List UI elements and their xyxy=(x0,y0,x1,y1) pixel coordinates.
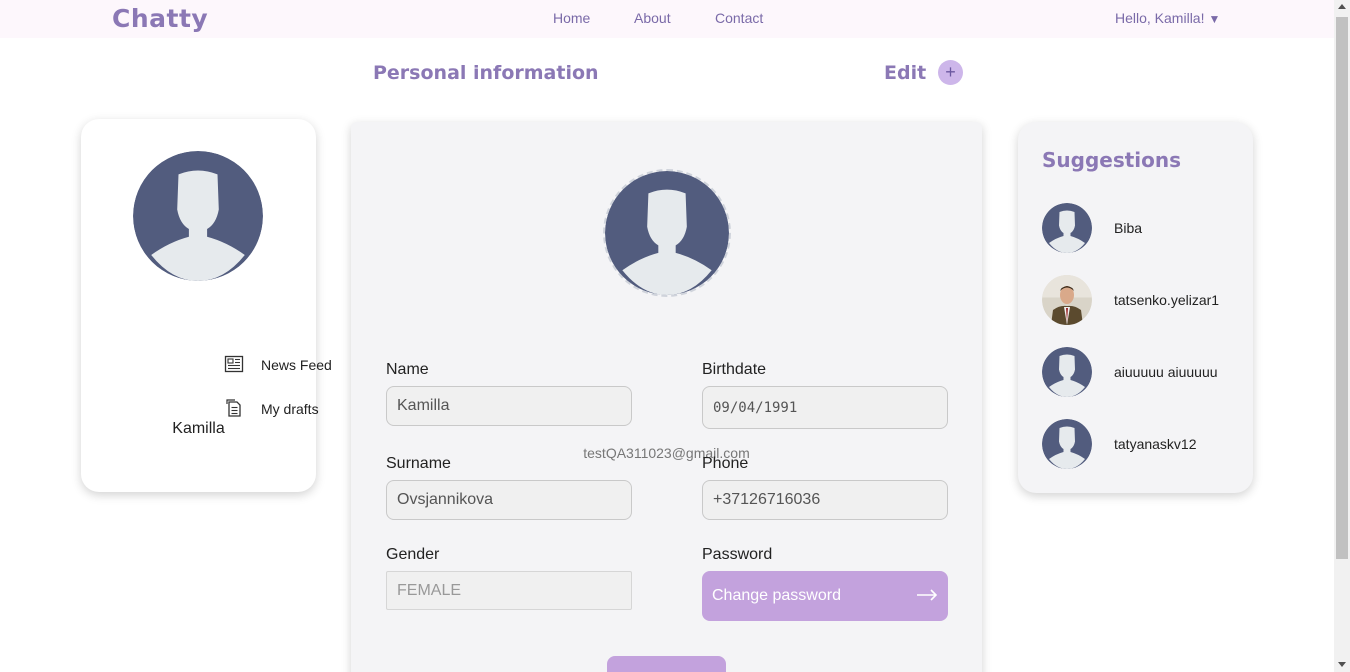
suggestion-item[interactable]: tatsenko.yelizar1 xyxy=(1042,275,1242,325)
newspaper-icon xyxy=(224,355,244,373)
suggestion-item[interactable]: Biba xyxy=(1042,203,1242,253)
birthdate-field[interactable]: 09/04/1991 xyxy=(702,386,948,429)
gender-select[interactable]: FEMALE xyxy=(386,571,632,610)
chatty-logo[interactable]: Chatty xyxy=(112,4,208,33)
suggestion-avatar xyxy=(1042,419,1092,469)
document-icon xyxy=(226,399,241,417)
suggestion-name: Biba xyxy=(1114,220,1143,236)
phone-label: Phone xyxy=(702,455,749,472)
birthdate-label: Birthdate xyxy=(702,361,767,378)
default-avatar-icon xyxy=(1042,347,1092,397)
arrow-right-icon xyxy=(917,589,938,601)
save-button[interactable] xyxy=(607,656,726,672)
suggestion-name: tatyanaskv12 xyxy=(1114,436,1197,452)
change-password-label: Change password xyxy=(712,587,841,604)
suggestion-avatar xyxy=(1042,347,1092,397)
profile-avatar xyxy=(133,151,263,281)
suggestion-item[interactable]: aiuuuuu aiuuuuu xyxy=(1042,347,1242,397)
profile-name: Kamilla xyxy=(172,420,225,437)
surname-label: Surname xyxy=(386,455,451,472)
greeting-text: Hello, Kamilla! xyxy=(1115,10,1205,26)
suggestion-name: aiuuuuu aiuuuuu xyxy=(1114,364,1218,380)
suggestions-title: Suggestions xyxy=(1042,148,1182,172)
chevron-down-icon: ▼ xyxy=(1208,12,1221,26)
suggestion-name: tatsenko.yelizar1 xyxy=(1114,292,1220,308)
my-drafts-label: My drafts xyxy=(261,401,319,417)
suggestion-item[interactable]: tatyanaskv12 xyxy=(1042,419,1242,469)
photo-avatar-icon xyxy=(1042,275,1092,325)
default-avatar-icon xyxy=(133,151,263,281)
password-label: Password xyxy=(702,546,773,563)
default-avatar-icon xyxy=(605,171,729,295)
nav-contact-link[interactable]: Contact xyxy=(715,10,763,26)
default-avatar-icon xyxy=(1042,203,1092,253)
scroll-down-icon[interactable] xyxy=(1338,662,1346,667)
change-password-button[interactable]: Change password xyxy=(702,571,948,621)
upload-avatar-area[interactable] xyxy=(603,169,731,297)
phone-field[interactable]: +37126716036 xyxy=(702,480,948,520)
name-label: Name xyxy=(386,361,429,378)
top-header: Chatty Home About Contact Hello, Kamilla… xyxy=(0,0,1334,38)
name-field[interactable]: Kamilla xyxy=(386,386,632,426)
gender-label: Gender xyxy=(386,546,440,563)
personal-info-form: testQA311023@gmail.com Name Kamilla Birt… xyxy=(351,122,982,672)
left-profile-card: Kamilla News Feed My drafts xyxy=(81,119,332,492)
suggestion-avatar xyxy=(1042,275,1092,325)
edit-label: Edit xyxy=(884,62,927,84)
default-avatar-icon xyxy=(1042,419,1092,469)
user-menu-dropdown[interactable]: Hello, Kamilla! ▼ xyxy=(1115,10,1220,26)
page-title: Personal information xyxy=(373,62,599,84)
scrollbar-thumb[interactable] xyxy=(1336,17,1348,559)
nav-home-link[interactable]: Home xyxy=(553,10,590,26)
news-feed-label: News Feed xyxy=(261,357,332,373)
suggestion-avatar xyxy=(1042,203,1092,253)
page-scrollbar[interactable] xyxy=(1334,0,1350,672)
suggestions-panel: Suggestions Biba tatsenko.yelizar1 aiuuu… xyxy=(1018,122,1253,493)
nav-about-link[interactable]: About xyxy=(634,10,671,26)
scroll-up-icon[interactable] xyxy=(1338,4,1346,9)
edit-plus-button[interactable]: + xyxy=(938,60,963,85)
surname-field[interactable]: Ovsjannikova xyxy=(386,480,632,520)
